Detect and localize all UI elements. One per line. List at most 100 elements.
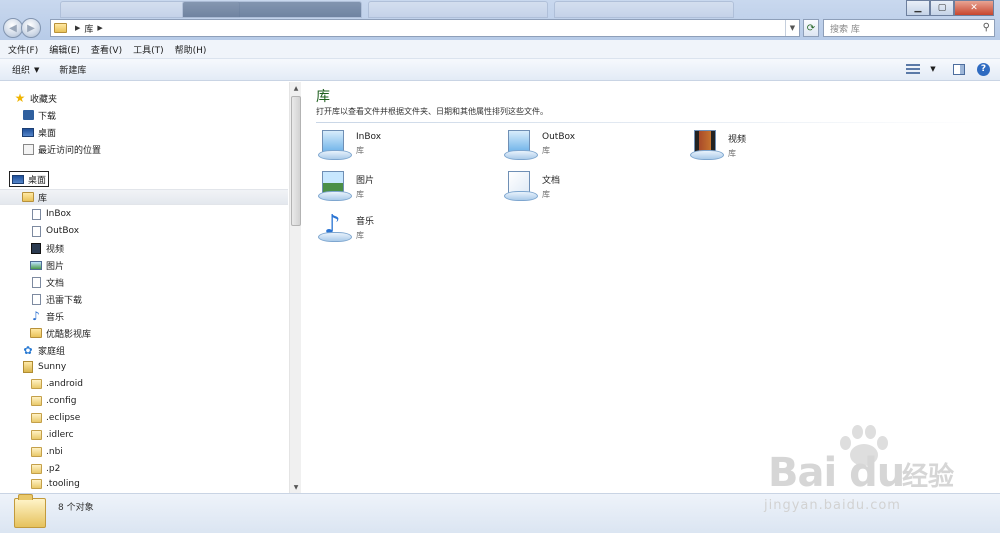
desktop-icon xyxy=(22,127,34,137)
title-bar: ▁ ▢ ✕ ◀ ▶ ▶ 库 ▶ ▼ ⟳ 搜索 库 ⚲ xyxy=(0,0,1000,40)
tree-homegroup[interactable]: ✿ 家庭组 xyxy=(22,342,65,358)
tree-item-desktop-favorite[interactable]: 桌面 xyxy=(22,124,56,140)
back-button[interactable]: ◀ xyxy=(3,18,23,38)
tree-item-music[interactable]: ♪ 音乐 xyxy=(30,308,64,324)
menu-tools[interactable]: 工具(T) xyxy=(129,43,168,56)
library-type: 库 xyxy=(542,146,550,155)
tree-library[interactable]: 库 xyxy=(0,189,288,205)
breadcrumb-library[interactable]: 库 xyxy=(84,22,93,35)
library-doc-icon xyxy=(31,208,41,220)
tree-item-folder[interactable]: .android xyxy=(30,376,83,392)
tree-label: .config xyxy=(46,396,77,406)
download-icon xyxy=(22,110,34,120)
navigation-pane: ★ 收藏夹 下载 桌面 最近访问的位置 桌面 库 InBox OutBox 视频… xyxy=(0,82,288,493)
homegroup-icon: ✿ xyxy=(23,343,33,357)
library-document-icon xyxy=(502,169,538,203)
organize-button[interactable]: 组织 ▼ xyxy=(12,63,40,77)
folder-icon xyxy=(30,430,42,440)
tree-item-youku[interactable]: 优酷影视库 xyxy=(30,325,91,341)
library-item-inbox[interactable]: InBox 库 xyxy=(316,128,381,168)
breadcrumb-separator-icon[interactable]: ▶ xyxy=(75,24,80,32)
library-item-videos[interactable]: 视频 库 xyxy=(688,128,746,168)
picture-icon xyxy=(30,260,42,270)
recent-places-icon xyxy=(22,143,34,155)
menu-file[interactable]: 文件(F) xyxy=(4,43,42,56)
tree-item-videos[interactable]: 视频 xyxy=(30,240,64,256)
menu-edit[interactable]: 编辑(E) xyxy=(45,43,84,56)
tree-item-pictures[interactable]: 图片 xyxy=(30,257,64,273)
tree-label: 最近访问的位置 xyxy=(38,145,102,156)
tree-item-folder[interactable]: .eclipse xyxy=(30,410,80,426)
organize-label: 组织 xyxy=(12,66,31,76)
watermark-url: jingyan.baidu.com xyxy=(764,498,901,513)
star-icon: ★ xyxy=(14,91,26,105)
tree-label: 库 xyxy=(38,193,48,204)
chevron-down-icon: ▼ xyxy=(930,65,936,73)
library-item-pictures[interactable]: 图片 库 xyxy=(316,169,374,209)
preview-pane-button[interactable] xyxy=(951,62,967,76)
view-options-dropdown[interactable]: ▼ xyxy=(925,62,941,76)
library-name: 音乐 xyxy=(356,217,375,227)
menu-help[interactable]: 帮助(H) xyxy=(171,43,211,56)
menu-view[interactable]: 查看(V) xyxy=(87,43,126,56)
tree-item-folder[interactable]: .nbi xyxy=(30,444,63,460)
scroll-down-icon[interactable]: ▼ xyxy=(290,481,302,493)
music-icon: ♪ xyxy=(32,309,40,323)
close-button[interactable]: ✕ xyxy=(954,0,994,16)
library-doc-icon xyxy=(31,293,41,305)
tree-item-inbox[interactable]: InBox xyxy=(30,206,71,222)
address-bar[interactable]: ▶ 库 ▶ ▼ xyxy=(50,19,800,37)
tree-label: 图片 xyxy=(46,261,65,272)
tree-item-xunlei[interactable]: 迅雷下载 xyxy=(30,291,82,307)
tree-label: InBox xyxy=(46,209,72,219)
video-icon xyxy=(31,242,41,254)
new-library-label: 新建库 xyxy=(59,66,87,76)
library-item-outbox[interactable]: OutBox 库 xyxy=(502,128,575,168)
tree-item-folder[interactable]: .p2 xyxy=(30,461,60,477)
library-type: 库 xyxy=(356,146,364,155)
page-description: 打开库以查看文件并根据文件夹、日期和其他属性排列这些文件。 xyxy=(316,107,548,116)
search-input[interactable]: 搜索 库 ⚲ xyxy=(823,19,995,37)
search-placeholder: 搜索 库 xyxy=(830,24,860,35)
new-library-button[interactable]: 新建库 xyxy=(59,63,86,76)
tree-item-recent-places[interactable]: 最近访问的位置 xyxy=(22,141,101,157)
command-bar: 组织 ▼ 新建库 ▼ ? xyxy=(0,59,1000,81)
address-dropdown-icon[interactable]: ▼ xyxy=(785,20,799,36)
change-view-button[interactable] xyxy=(905,62,921,76)
folder-icon xyxy=(30,447,42,457)
library-name: OutBox xyxy=(542,132,576,142)
tree-favorites[interactable]: ★ 收藏夹 xyxy=(14,90,57,106)
folder-icon xyxy=(30,379,42,389)
refresh-button[interactable]: ⟳ xyxy=(803,19,819,37)
watermark-cn: 经验 xyxy=(902,462,955,492)
tree-item-folder[interactable]: .tooling xyxy=(30,476,80,492)
library-video-icon xyxy=(688,128,724,162)
library-item-documents[interactable]: 文档 库 xyxy=(502,169,560,209)
breadcrumb-separator-icon[interactable]: ▶ xyxy=(97,24,102,32)
tree-label: 迅雷下载 xyxy=(46,295,83,306)
scroll-up-icon[interactable]: ▲ xyxy=(290,82,302,94)
divider xyxy=(316,122,990,123)
search-icon[interactable]: ⚲ xyxy=(983,22,990,33)
tree-item-folder[interactable]: .config xyxy=(30,393,76,409)
tree-label: .tooling xyxy=(46,479,80,489)
nav-scrollbar[interactable]: ▲ ▼ xyxy=(289,82,301,493)
minimize-button[interactable]: ▁ xyxy=(906,0,930,16)
library-item-music[interactable]: ♪ 音乐 库 xyxy=(316,210,374,250)
scroll-thumb[interactable] xyxy=(291,96,301,226)
background-window-tab xyxy=(182,1,362,18)
maximize-button[interactable]: ▢ xyxy=(930,0,954,16)
chevron-down-icon: ▼ xyxy=(34,65,40,74)
tree-label: 优酷影视库 xyxy=(46,329,92,340)
tree-label: 视频 xyxy=(46,244,65,255)
tree-item-documents[interactable]: 文档 xyxy=(30,274,64,290)
window-controls: ▁ ▢ ✕ xyxy=(906,0,994,16)
tree-user[interactable]: Sunny xyxy=(22,359,66,375)
document-icon xyxy=(31,276,41,288)
tree-desktop[interactable]: 桌面 xyxy=(9,171,50,187)
tree-item-outbox[interactable]: OutBox xyxy=(30,223,79,239)
tree-item-folder[interactable]: .idlerc xyxy=(30,427,74,443)
help-button[interactable]: ? xyxy=(977,62,990,76)
tree-item-downloads[interactable]: 下载 xyxy=(22,107,56,123)
forward-button[interactable]: ▶ xyxy=(21,18,41,38)
